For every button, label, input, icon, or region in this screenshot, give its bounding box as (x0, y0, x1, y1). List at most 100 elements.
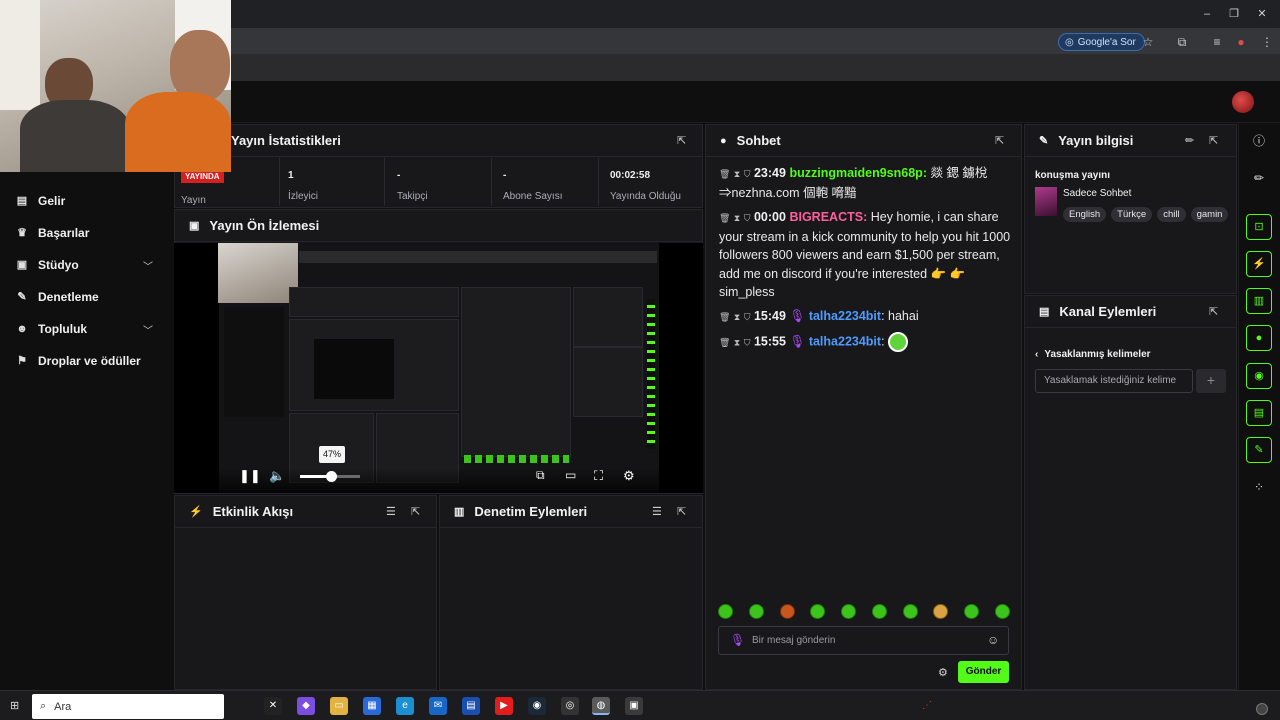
chat-bubble-icon[interactable]: ● (1246, 325, 1272, 351)
emote-icon[interactable] (871, 604, 887, 619)
calendar-icon[interactable]: ▤ (462, 697, 480, 715)
mail-icon[interactable]: ✉ (429, 697, 447, 715)
steam-icon[interactable]: ◉ (528, 697, 546, 715)
timeout-icon[interactable]: ⧗ (734, 337, 740, 347)
message-username[interactable]: buzzingmaiden9sn68p (789, 166, 922, 180)
copilot-icon[interactable]: ◆ (297, 697, 315, 715)
edge-icon[interactable]: e (396, 697, 414, 715)
preview-icon: ▣ (189, 220, 200, 232)
maximize-button[interactable]: ❐ (1225, 6, 1243, 22)
timeout-icon[interactable]: ⧗ (734, 169, 740, 179)
send-button[interactable]: Gönder (958, 661, 1009, 683)
nav-item-community[interactable]: ☻ Topluluk (16, 318, 87, 340)
chat-settings-gear-icon[interactable]: ⚙ (938, 666, 948, 679)
delete-icon[interactable]: 🗑 (719, 337, 730, 347)
user-avatar[interactable] (1232, 91, 1254, 113)
chevron-down-icon[interactable]: ﹀ (143, 258, 153, 273)
emote-icon[interactable] (994, 604, 1010, 619)
tag[interactable]: English (1063, 207, 1107, 222)
nav-item-revenue[interactable]: ▤ Gelir (16, 190, 66, 212)
popout-icon[interactable]: ⇱ (995, 134, 1004, 147)
edit-pencil-icon[interactable]: ✏ (1246, 165, 1272, 191)
delete-icon[interactable]: 🗑 (719, 312, 730, 322)
emote-icon[interactable] (933, 604, 949, 619)
obs-icon[interactable]: ◎ (561, 697, 579, 715)
add-banned-word-button[interactable]: + (1196, 369, 1226, 393)
chat-input[interactable]: 🎙 Bir mesaj gönderin ☺ (718, 626, 1009, 655)
windows-start-icon[interactable]: ⊞ (10, 699, 19, 712)
timeout-icon[interactable]: ⧗ (734, 213, 740, 223)
extensions-icon[interactable]: ⧉ (1173, 33, 1191, 51)
popout-icon[interactable]: ⇱ (1209, 134, 1218, 147)
clipboard-icon[interactable]: ▥ (1246, 288, 1272, 314)
chevron-down-icon[interactable]: ﹀ (143, 322, 153, 337)
file-explorer-icon[interactable]: ▭ (330, 697, 348, 715)
emote-icon[interactable] (902, 604, 918, 619)
notification-icon[interactable] (1256, 703, 1268, 715)
message-username[interactable]: talha2234bit (809, 309, 881, 323)
bookmark-star-icon[interactable]: ☆ (1139, 33, 1157, 51)
volume-icon[interactable]: 🔈 (269, 468, 285, 484)
wrench-icon[interactable]: ✎ (1246, 437, 1272, 463)
banned-word-input[interactable]: Yasaklamak istediğiniz kelime (1035, 369, 1193, 393)
nav-item-drops[interactable]: ⚑ Droplar ve ödüller (16, 350, 141, 372)
nav-item-achievements[interactable]: ♛ Başarılar (16, 222, 89, 244)
message-username[interactable]: talha2234bit (809, 334, 881, 348)
edit-pencil-icon[interactable]: ✏ (1185, 134, 1194, 147)
settings-gear-icon[interactable]: ⚙ (623, 468, 635, 484)
taskbar-search[interactable]: ⌕ Ara (32, 694, 224, 719)
delete-icon[interactable]: 🗑 (719, 169, 730, 179)
x-app-icon[interactable]: ✕ (264, 697, 282, 715)
tag[interactable]: Türkçe (1111, 207, 1153, 222)
chrome-icon[interactable]: ◍ (592, 697, 610, 715)
emote-icon[interactable] (779, 604, 795, 619)
popout-icon[interactable]: ⇱ (1209, 305, 1218, 318)
emote-icon[interactable] (964, 604, 980, 619)
browser-menu-icon[interactable]: ⋮ (1258, 33, 1276, 51)
emote-icon[interactable] (718, 604, 733, 619)
screen-capture-icon[interactable]: ⊡ (1246, 214, 1272, 240)
delete-icon[interactable]: 🗑 (719, 213, 730, 223)
close-window-button[interactable]: ✕ (1253, 6, 1271, 22)
profile-icon[interactable]: ● (1232, 33, 1250, 51)
tag[interactable]: chill (1157, 207, 1186, 222)
tag[interactable]: gamin (1190, 207, 1229, 222)
popout-icon[interactable]: ⇱ (677, 505, 686, 518)
category-thumbnail (1035, 187, 1057, 216)
theater-mode-icon[interactable]: ▭ (565, 468, 576, 482)
category-name[interactable]: Sadece Sohbet (1063, 188, 1131, 199)
reading-list-icon[interactable]: ≡ (1208, 33, 1226, 51)
store-icon[interactable]: ▦ (363, 697, 381, 715)
fullscreen-icon[interactable]: ⛶ (594, 468, 603, 484)
nav-item-moderation[interactable]: ✎ Denetleme (16, 286, 98, 308)
google-ask-button[interactable]: ◎ Google'a Sor (1058, 33, 1145, 51)
layout-dots-icon[interactable]: ⁘ (1246, 474, 1272, 500)
preview-chat (461, 287, 571, 457)
filter-icon[interactable]: ☰ (652, 505, 662, 518)
popout-icon[interactable]: ⇱ (677, 134, 686, 147)
volume-slider-handle[interactable] (326, 471, 337, 482)
picture-in-picture-icon[interactable]: ⧉ (536, 468, 545, 483)
timeout-icon[interactable]: ⧗ (734, 312, 740, 322)
app-icon[interactable]: ▣ (625, 697, 643, 715)
emote-bar (718, 604, 1010, 622)
popout-icon[interactable]: ⇱ (411, 505, 420, 518)
info-icon[interactable]: ⓘ (1246, 128, 1272, 154)
filter-icon[interactable]: ☰ (386, 505, 396, 518)
emoji-icon[interactable]: ☺ (987, 633, 999, 647)
nav-item-studio[interactable]: ▣ Stüdyo (16, 254, 79, 276)
emote-icon[interactable] (810, 604, 826, 619)
broadcast-icon[interactable]: ◉ (1246, 363, 1272, 389)
list-icon: ▤ (1039, 306, 1050, 318)
lightning-icon[interactable]: ⚡ (1246, 251, 1272, 277)
minimize-button[interactable]: – (1198, 6, 1216, 22)
stream-video[interactable] (174, 243, 703, 493)
message-username[interactable]: BIGREACTS (789, 210, 863, 224)
cam-person-b-body (125, 92, 231, 172)
emote-icon[interactable] (841, 604, 857, 619)
banned-words-back[interactable]: ‹ Yasaklanmış kelimeler (1035, 349, 1151, 360)
emote-icon[interactable] (748, 604, 764, 619)
pause-icon[interactable]: ❚❚ (239, 468, 261, 484)
youtube-icon[interactable]: ▶ (495, 697, 513, 715)
list-icon[interactable]: ▤ (1246, 400, 1272, 426)
